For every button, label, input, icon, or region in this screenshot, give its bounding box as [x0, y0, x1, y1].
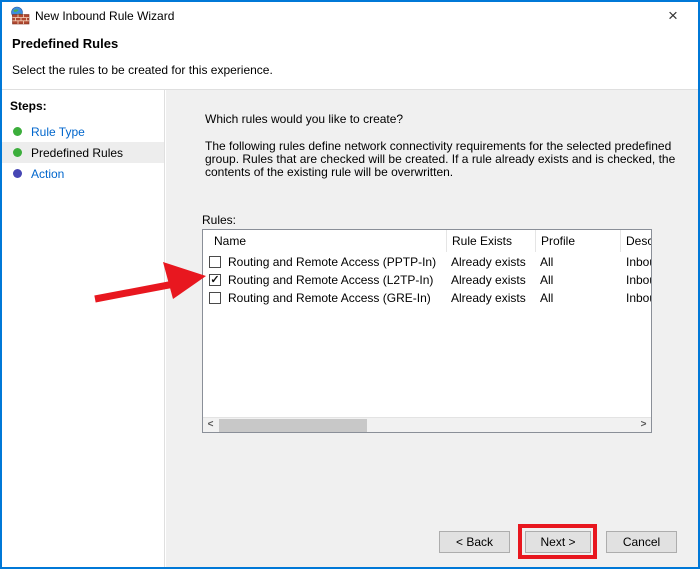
- table-row[interactable]: Routing and Remote Access (PPTP-In) Alre…: [203, 253, 651, 271]
- profile-value: All: [540, 271, 620, 289]
- table-header: Name Rule Exists Profile Desc: [203, 230, 651, 252]
- profile-value: All: [540, 253, 620, 271]
- scroll-left-icon[interactable]: <: [203, 418, 218, 432]
- step-bullet-icon: [13, 148, 22, 157]
- firewall-icon: [10, 6, 30, 26]
- rules-table: Name Rule Exists Profile Desc Routing an…: [202, 229, 652, 433]
- scrollbar-thumb[interactable]: [219, 419, 367, 432]
- close-icon[interactable]: ×: [662, 4, 684, 28]
- table-row[interactable]: ✓ Routing and Remote Access (L2TP-In) Al…: [203, 271, 651, 289]
- window-title: New Inbound Rule Wizard: [35, 2, 174, 30]
- column-header-desc[interactable]: Desc: [621, 230, 651, 252]
- back-button[interactable]: < Back: [439, 531, 510, 553]
- rule-exists-value: Already exists: [451, 289, 536, 307]
- description-value: Inbou: [626, 289, 651, 307]
- table-row[interactable]: Routing and Remote Access (GRE-In) Alrea…: [203, 289, 651, 307]
- page-title: Predefined Rules: [12, 36, 118, 51]
- scroll-right-icon[interactable]: >: [636, 418, 651, 432]
- rules-label: Rules:: [202, 213, 236, 227]
- rule-exists-value: Already exists: [451, 271, 536, 289]
- description-value: Inbou: [626, 271, 651, 289]
- steps-list: Rule Type Predefined Rules Action: [2, 121, 164, 184]
- description-text: The following rules define network conne…: [205, 140, 677, 179]
- sidebar-item-predefined-rules[interactable]: Predefined Rules: [2, 142, 164, 163]
- steps-sidebar: Steps: Rule Type Predefined Rules Action: [2, 90, 165, 567]
- column-header-name[interactable]: Name: [203, 230, 447, 252]
- rule-exists-value: Already exists: [451, 253, 536, 271]
- step-bullet-icon: [13, 127, 22, 136]
- wizard-header: Predefined Rules Select the rules to be …: [2, 30, 698, 89]
- sidebar-item-rule-type[interactable]: Rule Type: [2, 121, 164, 142]
- column-header-profile[interactable]: Profile: [536, 230, 621, 252]
- page-subtitle: Select the rules to be created for this …: [12, 63, 273, 77]
- step-bullet-icon: [13, 169, 22, 178]
- steps-heading: Steps:: [10, 99, 47, 113]
- sidebar-item-label: Action: [31, 167, 64, 181]
- horizontal-scrollbar[interactable]: < >: [203, 417, 651, 432]
- checkbox[interactable]: [209, 256, 221, 268]
- rule-name: Routing and Remote Access (PPTP-In): [228, 253, 443, 271]
- profile-value: All: [540, 289, 620, 307]
- rule-name: Routing and Remote Access (L2TP-In): [228, 271, 443, 289]
- wizard-content: Which rules would you like to create? Th…: [166, 90, 698, 567]
- title-bar: New Inbound Rule Wizard ×: [2, 2, 698, 30]
- question-text: Which rules would you like to create?: [205, 112, 403, 126]
- sidebar-item-label: Predefined Rules: [31, 146, 123, 160]
- checkbox-checked[interactable]: ✓: [209, 274, 221, 286]
- sidebar-item-label: Rule Type: [31, 125, 85, 139]
- cancel-button[interactable]: Cancel: [606, 531, 677, 553]
- sidebar-item-action[interactable]: Action: [2, 163, 164, 184]
- column-header-rule-exists[interactable]: Rule Exists: [447, 230, 536, 252]
- next-button[interactable]: Next >: [525, 531, 591, 553]
- checkbox[interactable]: [209, 292, 221, 304]
- wizard-window: New Inbound Rule Wizard × Predefined Rul…: [0, 0, 700, 569]
- rule-name: Routing and Remote Access (GRE-In): [228, 289, 443, 307]
- description-value: Inbou: [626, 253, 651, 271]
